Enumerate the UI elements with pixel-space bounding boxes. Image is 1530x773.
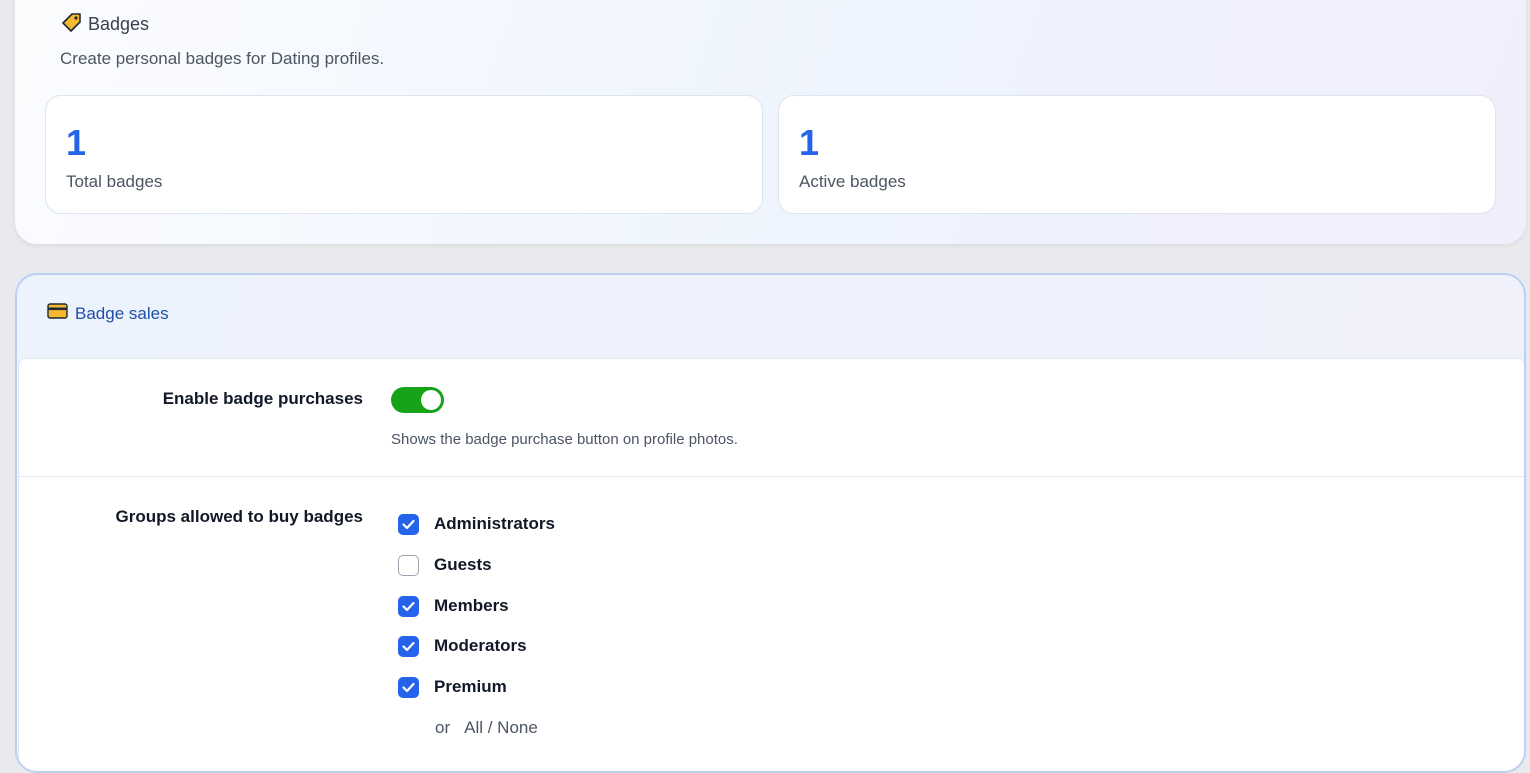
enable-purchases-hint: Shows the badge purchase button on profi… (391, 431, 738, 448)
groups-allowed-label: Groups allowed to buy badges (115, 507, 363, 526)
badge-sales-form: Enable badge purchases Shows the badge p… (18, 358, 1524, 771)
group-checkbox-moderators[interactable]: Moderators (398, 635, 527, 657)
credit-card-icon (47, 303, 68, 324)
group-label: Moderators (434, 636, 527, 655)
or-text: or (435, 718, 451, 737)
stat-value: 1 (799, 122, 820, 163)
group-checkbox-premium[interactable]: Premium (398, 676, 507, 698)
stat-active-badges: 1 Active badges (778, 95, 1496, 214)
enable-purchases-label: Enable badge purchases (162, 389, 363, 408)
checkbox-checked[interactable] (398, 676, 419, 698)
checkbox-checked[interactable] (398, 635, 419, 657)
badge-sales-header: Badge sales (47, 303, 169, 324)
group-label: Administrators (434, 514, 555, 533)
checkbox-unchecked[interactable] (398, 554, 419, 576)
badges-title: Badges (62, 12, 150, 37)
badge-sales-card: Badge sales Enable badge purchases Shows… (15, 273, 1526, 773)
badges-card: Badges Create personal badges for Dating… (15, 0, 1526, 244)
tag-icon (62, 12, 82, 37)
stat-total-badges: 1 Total badges (45, 95, 763, 214)
group-label: Premium (434, 677, 507, 696)
stat-label: Total badges (66, 172, 163, 191)
group-label: Members (434, 596, 509, 615)
row-divider (19, 476, 1524, 477)
badge-sales-title: Badge sales (75, 303, 169, 323)
stat-label: Active badges (799, 172, 906, 191)
badges-title-text: Badges (88, 13, 150, 34)
select-all-none: or All / None (435, 718, 538, 738)
stat-value: 1 (66, 122, 87, 163)
checkbox-checked[interactable] (398, 595, 419, 617)
badges-description: Create personal badges for Dating profil… (60, 49, 385, 68)
group-label: Guests (434, 555, 492, 574)
group-checkbox-administrators[interactable]: Administrators (398, 513, 555, 535)
checkbox-checked[interactable] (398, 513, 419, 535)
all-none-link[interactable]: All / None (464, 718, 538, 738)
group-checkbox-guests[interactable]: Guests (398, 554, 492, 576)
toggle-knob (421, 390, 441, 410)
enable-purchases-toggle[interactable] (391, 387, 444, 413)
group-checkbox-members[interactable]: Members (398, 595, 509, 617)
